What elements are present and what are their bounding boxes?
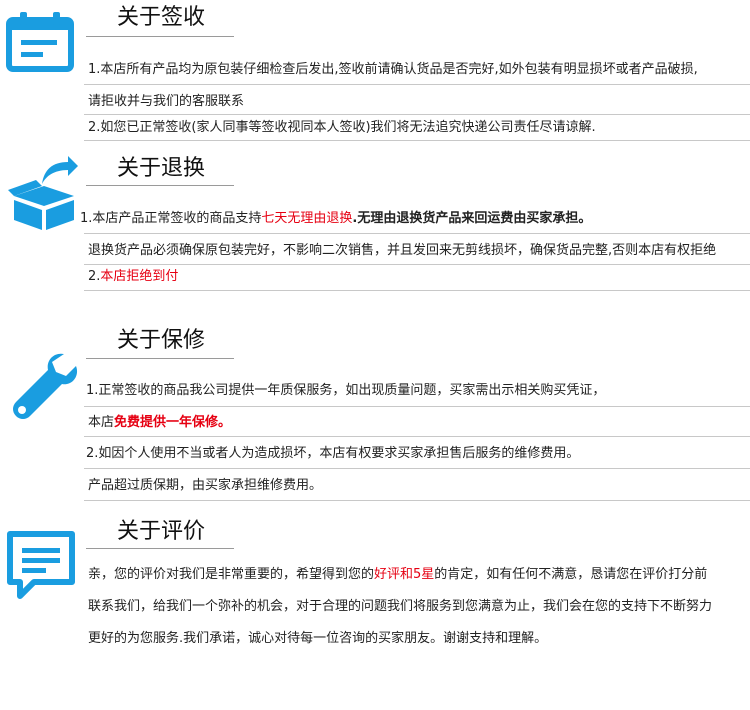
title-underline	[86, 358, 234, 359]
row-divider	[84, 500, 750, 501]
highlight-text: 七天无理由退换	[261, 211, 353, 226]
returns-line-1: 1.本店产品正常签收的商品支持七天无理由退换.无理由退换货产品来回运费由买家承担…	[80, 210, 591, 228]
sign-line-1: 1.本店所有产品均为原包装仔细检查后发出,签收前请确认货品是否完好,如外包装有明…	[88, 62, 698, 77]
sign-section: 关于签收 1.本店所有产品均为原包装仔细检查后发出,签收前请确认货品是否完好,如…	[0, 0, 750, 150]
return-box-icon	[8, 156, 78, 230]
sign-line-3: 2.如您已正常签收(家人同事等签收视同本人签收)我们将无法追究快递公司责任尽请谅…	[88, 120, 596, 135]
review-line-3: 更好的为您服务.我们承诺，诚心对待每一位咨询的买家朋友。谢谢支持和理解。	[88, 631, 548, 646]
sign-line-2: 请拒收并与我们的客服联系	[88, 94, 245, 109]
highlight-text: 免费提供一年保修。	[114, 415, 232, 430]
calendar-icon	[6, 12, 74, 72]
warranty-line-4: 产品超过质保期，由买家承担维修费用。	[88, 478, 323, 493]
row-divider	[84, 264, 750, 265]
text-segment: .无理由退换货产品来回运费由买家承担。	[352, 211, 592, 226]
row-divider	[84, 468, 750, 469]
section-title: 关于签收	[117, 5, 206, 30]
returns-line-3: 2.本店拒绝到付	[88, 268, 178, 286]
review-line-1: 亲，您的评价对我们是非常重要的，希望得到您的好评和5星的肯定，如有任何不满意，恳…	[88, 566, 707, 584]
highlight-text: 好评和5星	[374, 567, 435, 582]
text-segment: 1.本店产品正常签收的商品支持	[80, 211, 262, 226]
chat-bubble-icon	[7, 531, 75, 599]
review-section: 关于评价 亲，您的评价对我们是非常重要的，希望得到您的好评和5星的肯定，如有任何…	[0, 510, 750, 680]
row-divider	[84, 84, 750, 85]
section-title: 关于退换	[117, 156, 206, 181]
row-divider	[84, 436, 750, 437]
warranty-line-2: 本店免费提供一年保修。	[88, 414, 231, 432]
returns-section: 关于退换 1.本店产品正常签收的商品支持七天无理由退换.无理由退换货产品来回运费…	[0, 150, 750, 310]
wrench-icon	[13, 353, 78, 419]
text-segment: 的肯定，如有任何不满意，恳请您在评价打分前	[434, 567, 708, 582]
row-divider	[84, 140, 750, 141]
text-segment: 本店	[88, 415, 115, 430]
warranty-section: 关于保修 1.正常签收的商品我公司提供一年质保服务，如出现质量问题，买家需出示相…	[0, 320, 750, 501]
title-underline	[86, 548, 234, 549]
row-divider	[84, 233, 750, 234]
section-title: 关于保修	[117, 328, 206, 353]
text-segment: 亲，您的评价对我们是非常重要的，希望得到您的	[88, 567, 375, 582]
section-title: 关于评价	[117, 519, 206, 544]
returns-line-2: 退换货产品必须确保原包装完好，不影响二次销售，并且发回来无剪线损坏，确保货品完整…	[88, 243, 717, 258]
review-line-2: 联系我们，给我们一个弥补的机会，对于合理的问题我们将服务到您满意为止，我们会在您…	[88, 599, 713, 614]
title-underline	[86, 185, 234, 186]
row-divider	[84, 406, 750, 407]
text-segment: 2.	[88, 269, 101, 284]
row-divider	[84, 290, 750, 291]
row-divider	[84, 114, 750, 115]
warranty-line-3: 2.如因个人使用不当或者人为造成损坏，本店有权要求买家承担售后服务的维修费用。	[86, 446, 580, 461]
warranty-line-1: 1.正常签收的商品我公司提供一年质保服务，如出现质量问题，买家需出示相关购买凭证…	[86, 383, 606, 398]
highlight-text: 本店拒绝到付	[100, 269, 179, 284]
title-underline	[86, 36, 234, 37]
